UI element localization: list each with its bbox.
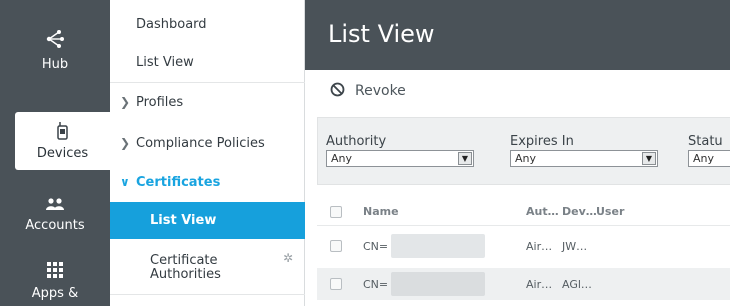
row-checkbox[interactable] [330, 240, 342, 252]
subnav-item-certificate-authorities[interactable]: Certificate Authorities ✲ [110, 248, 305, 288]
filter-status: Statu Any [688, 134, 730, 167]
main-content: List View Revoke Authority Any ▼ Expires… [305, 0, 730, 306]
secondary-nav: Dashboard List View ❯ Profiles ❯ Complia… [110, 0, 305, 306]
status-select[interactable]: Any [688, 150, 730, 167]
chevron-down-icon: ∨ [120, 175, 130, 189]
subnav-section-label: Certificates [136, 174, 221, 190]
select-all-checkbox[interactable] [330, 205, 342, 218]
select-value: Any [693, 152, 715, 165]
redacted-block [391, 272, 486, 296]
column-header-user[interactable]: User [596, 205, 636, 218]
row-checkbox[interactable] [330, 278, 342, 290]
select-value: Any [515, 152, 537, 165]
chevron-right-icon: ❯ [120, 136, 131, 150]
dropdown-arrow-icon: ▼ [458, 152, 472, 165]
revoke-button[interactable]: Revoke [330, 82, 406, 101]
rail-item-hub[interactable]: Hub [0, 28, 110, 98]
cell-name-text: CN= [363, 277, 389, 291]
select-value: Any [331, 152, 353, 165]
filter-label: Authority [326, 134, 387, 149]
rail-item-label: Apps & [31, 286, 79, 301]
table-header: Name Aut… Dev… User [317, 198, 730, 226]
authority-select[interactable]: Any ▼ [326, 150, 474, 167]
redacted-block [391, 234, 486, 258]
table-row[interactable]: CN= Air… JW… [317, 230, 730, 262]
subnav-item-compliance-policies[interactable]: ❯ Compliance Policies [110, 131, 305, 155]
prohibited-icon [330, 82, 345, 101]
pin-icon[interactable]: ✲ [283, 252, 293, 265]
subnav-item-label: Compliance Policies [136, 135, 265, 151]
subnav-item-label: Profiles [136, 94, 184, 110]
divider [110, 294, 305, 295]
page-header: List View [305, 0, 730, 70]
table-row[interactable]: CN= Air… AGl… [317, 268, 730, 300]
subnav-item-cert-list-view[interactable]: List View [110, 202, 305, 239]
filter-bar: Authority Any ▼ Expires In Any ▼ Statu A… [317, 117, 730, 185]
column-header-name[interactable]: Name [363, 205, 526, 218]
filter-expires-in: Expires In Any ▼ [510, 134, 660, 167]
subnav-item-label: Dashboard [136, 16, 207, 32]
grid-icon [47, 262, 63, 281]
subnav-item-label: Certificate Authorities [150, 253, 221, 282]
revoke-label: Revoke [355, 83, 406, 99]
filter-label: Expires In [510, 134, 574, 149]
chevron-right-icon: ❯ [120, 95, 131, 109]
rail-item-label: Accounts [25, 218, 85, 233]
rail-item-devices[interactable]: Devices [15, 112, 110, 170]
subnav-item-label: List View [136, 54, 194, 70]
subnav-item-dashboard[interactable]: Dashboard [110, 12, 305, 36]
cell-name: CN= [363, 272, 526, 296]
cell-authority: Air… [526, 277, 553, 291]
rail-item-accounts[interactable]: Accounts [0, 198, 110, 248]
hub-icon [45, 28, 65, 53]
rail-item-label: Hub [41, 57, 69, 72]
subnav-item-label: List View [150, 213, 217, 228]
column-header-authority[interactable]: Aut… [526, 205, 562, 218]
dropdown-arrow-icon: ▼ [642, 152, 656, 165]
page-title: List View [328, 20, 435, 48]
users-icon [45, 198, 65, 213]
divider [110, 82, 305, 83]
expires-in-select[interactable]: Any ▼ [510, 150, 658, 167]
primary-nav-rail: Hub Devices Accounts Apps & [0, 0, 110, 306]
subnav-item-list-view[interactable]: List View [110, 50, 305, 74]
cell-name: CN= [363, 234, 526, 258]
toolbar: Revoke [305, 70, 730, 112]
cell-name-text: CN= [363, 239, 389, 253]
subnav-section-certificates[interactable]: ∨ Certificates [110, 170, 305, 194]
filter-authority: Authority Any ▼ [326, 134, 476, 167]
cell-device: JW… [562, 239, 588, 253]
rail-item-apps[interactable]: Apps & [0, 262, 110, 306]
filter-label: Statu [688, 134, 723, 149]
subnav-item-profiles[interactable]: ❯ Profiles [110, 90, 305, 114]
column-header-device[interactable]: Dev… [562, 205, 597, 218]
rail-item-label: Devices [36, 146, 89, 161]
cell-authority: Air… [526, 239, 553, 253]
mobile-phone-icon [56, 122, 69, 143]
cell-device: AGl… [562, 277, 592, 291]
